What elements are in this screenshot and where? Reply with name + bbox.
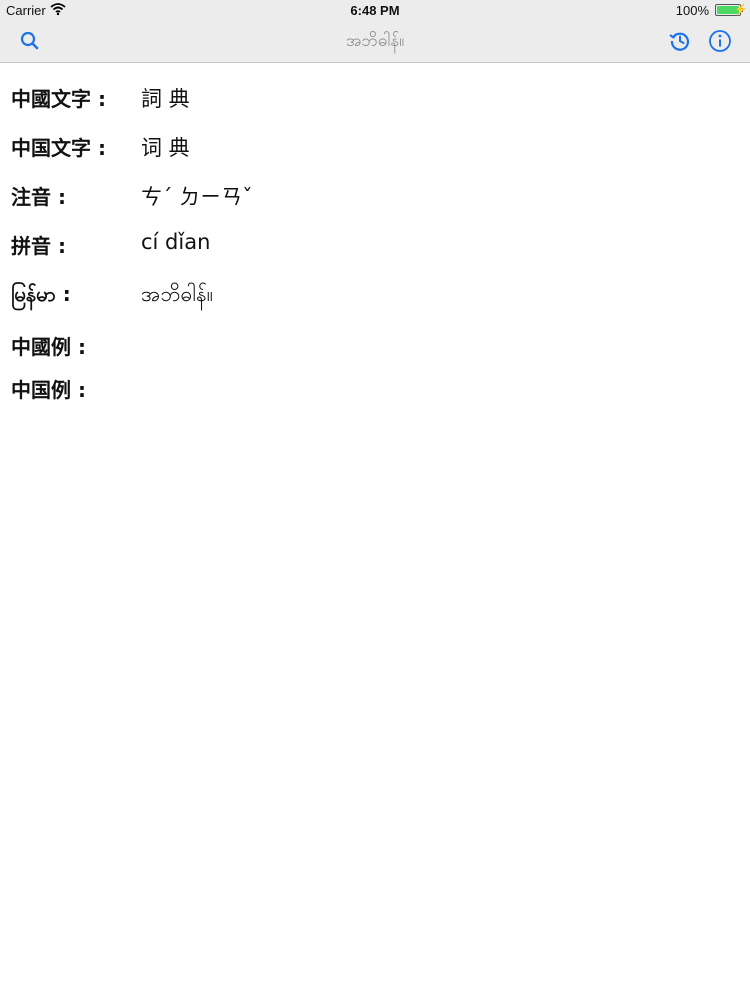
row-label: မြန်မာ :	[11, 282, 71, 306]
charging-icon: ⚡	[734, 4, 748, 16]
row-label: 拼音 :	[11, 234, 66, 258]
row-label: 中国文字 :	[11, 136, 106, 160]
nav-title: အဘိဓါန်။	[345, 31, 405, 51]
row-value: 詞 典	[141, 87, 190, 111]
row-label: 注音 :	[11, 185, 66, 209]
entry-row-traditional: 中國文字 : 詞 典	[0, 75, 750, 115]
info-button[interactable]	[707, 28, 733, 54]
info-icon	[709, 30, 731, 52]
row-label: 中國例 :	[11, 335, 86, 359]
status-bar: Carrier 6:48 PM 100% ⚡	[0, 0, 750, 20]
entry-row-traditional-example: 中國例 :	[0, 323, 750, 363]
entry-row-myanmar: မြန်မာ : အဘိဓါန်။	[0, 273, 750, 313]
entry-row-zhuyin: 注音 : ㄘˊ ㄉㄧㄢˇ	[0, 173, 750, 213]
history-icon	[669, 32, 690, 51]
entry-row-simplified-example: 中国例 :	[0, 366, 750, 406]
clock: 6:48 PM	[350, 3, 400, 18]
row-value: ㄘˊ ㄉㄧㄢˇ	[141, 185, 253, 209]
row-label: 中国例 :	[11, 378, 86, 402]
row-value: cí dǐan	[141, 230, 211, 254]
navigation-bar: အဘိဓါန်။	[0, 20, 750, 63]
history-button[interactable]	[667, 28, 693, 54]
entry-row-simplified: 中国文字 : 词 典	[0, 124, 750, 164]
battery-percentage: 100%	[675, 3, 709, 18]
row-value: 词 典	[141, 136, 190, 160]
row-label: 中國文字 :	[11, 87, 106, 111]
row-value: အဘိဓါန်။	[141, 282, 214, 306]
entry-row-pinyin: 拼音 : cí dǐan	[0, 222, 750, 262]
